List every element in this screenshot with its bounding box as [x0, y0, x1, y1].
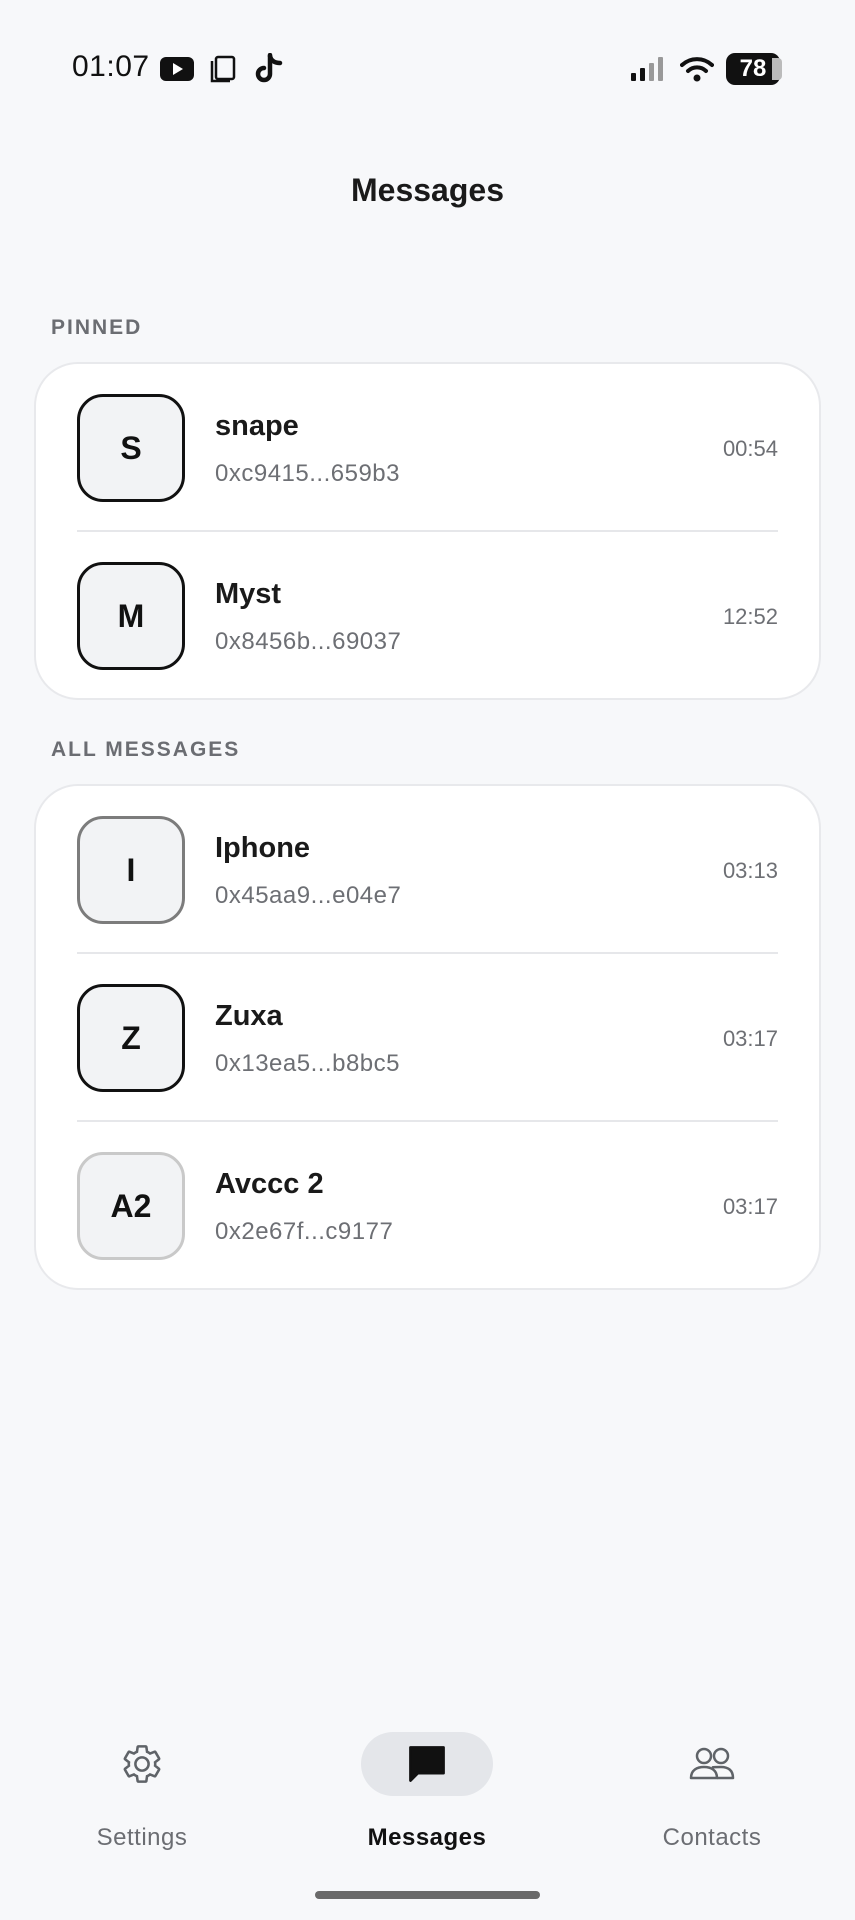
- youtube-icon: [160, 52, 194, 86]
- avatar: S: [77, 394, 185, 502]
- message-time: 03:17: [722, 1194, 778, 1219]
- gear-icon: [76, 1732, 208, 1796]
- status-time: 01:07: [72, 50, 150, 83]
- status-bar: 01:07 78: [0, 0, 855, 140]
- conversation-row[interactable]: S snape 0xc9415...659b3 00:54: [36, 364, 819, 532]
- contact-name: snape: [215, 410, 299, 442]
- tablet-icon: [210, 52, 236, 86]
- conversation-row[interactable]: M Myst 0x8456b...69037 12:52: [36, 532, 819, 700]
- conversation-row[interactable]: Z Zuxa 0x13ea5...b8bc5 03:17: [36, 954, 819, 1122]
- messages-screen: 01:07 78 Messages PINNED S snape 0xc9415…: [0, 0, 855, 1920]
- message-time: 12:52: [722, 604, 778, 629]
- pinned-card: S snape 0xc9415...659b3 00:54 M Myst 0x8…: [34, 362, 821, 700]
- contact-name: Avccc 2: [215, 1168, 324, 1200]
- contact-address: 0xc9415...659b3: [215, 460, 400, 487]
- bottom-navigation: Settings Messages Contacts: [0, 1720, 855, 1920]
- nav-item-contacts[interactable]: Contacts: [612, 1720, 812, 1870]
- avatar: M: [77, 562, 185, 670]
- message-time: 03:13: [722, 858, 778, 883]
- people-icon: [646, 1732, 778, 1796]
- nav-label-contacts: Contacts: [662, 1824, 762, 1851]
- signal-icon: [630, 52, 668, 86]
- contact-address: 0x13ea5...b8bc5: [215, 1050, 400, 1077]
- chat-bubble-icon: [361, 1732, 493, 1796]
- home-indicator[interactable]: [315, 1891, 540, 1899]
- nav-item-messages[interactable]: Messages: [327, 1720, 527, 1870]
- message-time: 00:54: [722, 436, 778, 461]
- tiktok-icon: [255, 52, 283, 86]
- battery-cap: [772, 58, 782, 80]
- nav-label-messages: Messages: [367, 1824, 487, 1851]
- nav-item-settings[interactable]: Settings: [42, 1720, 242, 1870]
- all-messages-section-label: ALL MESSAGES: [51, 738, 241, 761]
- nav-label-settings: Settings: [96, 1824, 188, 1851]
- avatar: A2: [77, 1152, 185, 1260]
- contact-address: 0x45aa9...e04e7: [215, 882, 402, 909]
- contact-name: Myst: [215, 578, 282, 610]
- message-time: 03:17: [722, 1026, 778, 1051]
- wifi-icon: [680, 52, 714, 86]
- contact-address: 0x2e67f...c9177: [215, 1218, 394, 1245]
- avatar: Z: [77, 984, 185, 1092]
- avatar: I: [77, 816, 185, 924]
- all-messages-card: I Iphone 0x45aa9...e04e7 03:13 Z Zuxa 0x…: [34, 784, 821, 1290]
- contact-name: Zuxa: [215, 1000, 283, 1032]
- contact-name: Iphone: [215, 832, 311, 864]
- conversation-row[interactable]: A2 Avccc 2 0x2e67f...c9177 03:17: [36, 1122, 819, 1290]
- contact-address: 0x8456b...69037: [215, 628, 402, 655]
- pinned-section-label: PINNED: [51, 316, 143, 339]
- page-title: Messages: [351, 172, 504, 208]
- conversation-row[interactable]: I Iphone 0x45aa9...e04e7 03:13: [36, 786, 819, 954]
